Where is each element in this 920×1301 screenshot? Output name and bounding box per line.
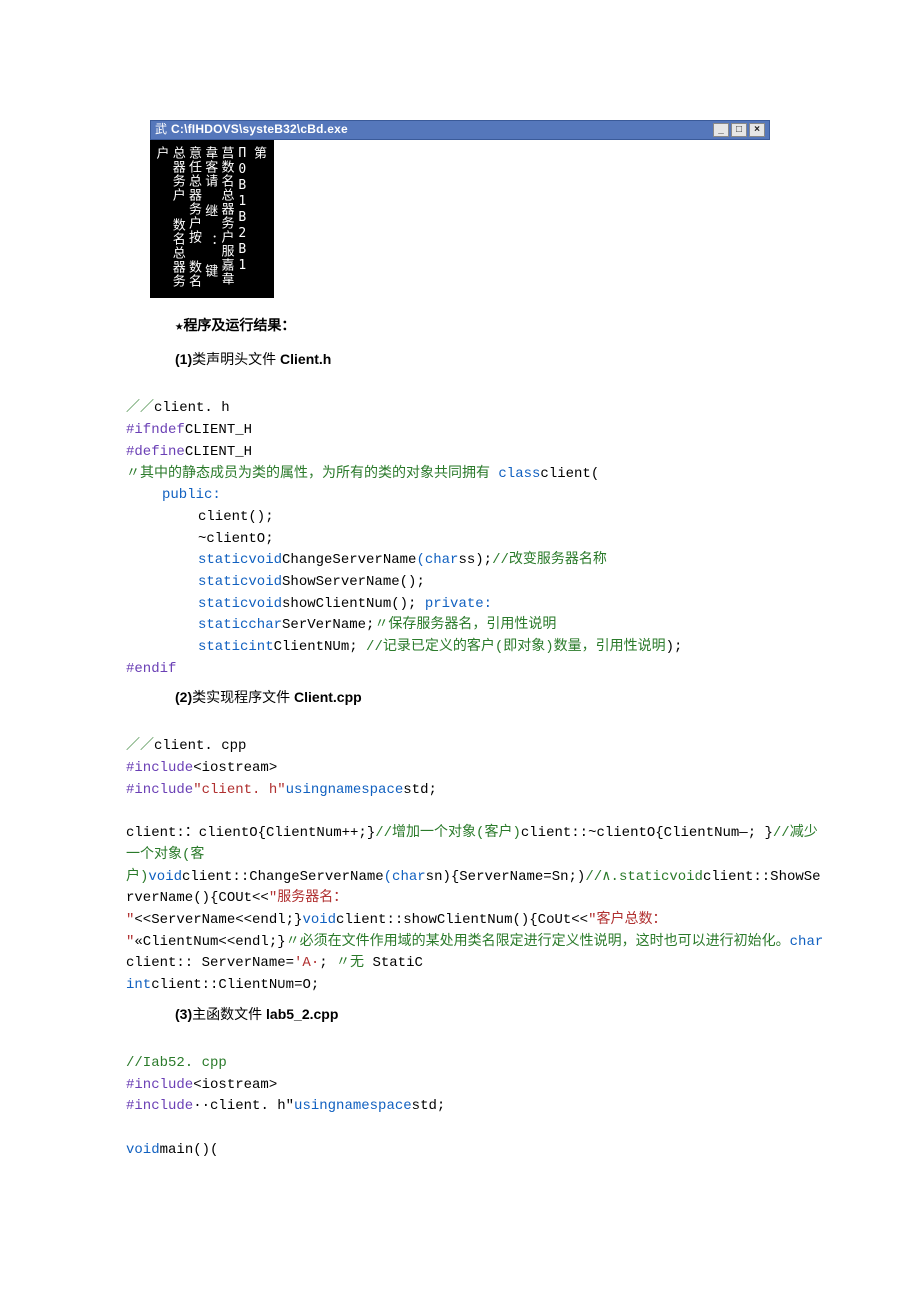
console-output: 第 П0B1B2B1 莒数名总器务户服嘉韋韋客请 继 ： 键 意任总器务户按 数… (150, 140, 274, 298)
close-button[interactable]: × (749, 123, 765, 137)
code-block-1: ／／client. h #ifndefCLIENT_H #defineCLIEN… (126, 377, 826, 681)
result-heading: ★★程序及运行结果：程序及运行结果： (175, 316, 900, 338)
maximize-button[interactable]: □ (731, 123, 747, 137)
console-title-bar: 武 C:\fIHDOVS\systeB32\cBd.exe _ □ × (150, 120, 770, 140)
title-path: C:\fIHDOVS\systeB32\cBd.exe (171, 120, 348, 139)
console-window: 武 C:\fIHDOVS\systeB32\cBd.exe _ □ × 第 П0… (150, 120, 770, 298)
section-1-label: (1)类声明头文件 Client.h (175, 348, 900, 370)
code-block-2: ／／client. cpp #include<iostream> #includ… (126, 715, 826, 997)
section-3-label: (3)主函数文件 lab5_2.cpp (175, 1003, 900, 1025)
section-2-label: (2)类实现程序文件 Client.cpp (175, 686, 900, 708)
title-prefix: 武 (155, 120, 167, 139)
minimize-button[interactable]: _ (713, 123, 729, 137)
code-block-3: //Iab52. cpp #include<iostream> #include… (126, 1031, 826, 1161)
